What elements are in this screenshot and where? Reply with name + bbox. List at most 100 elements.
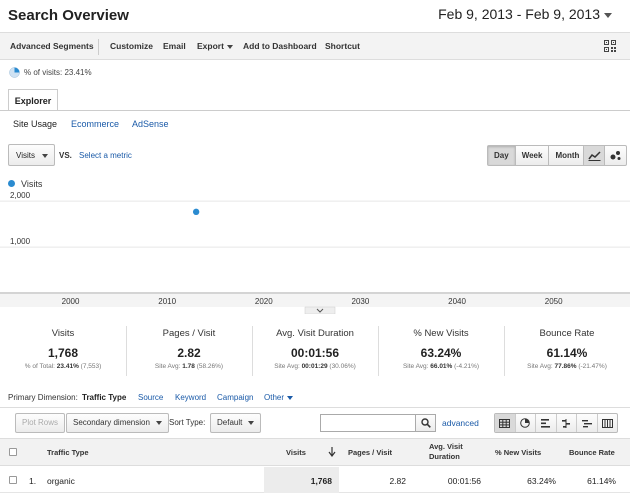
scorecard-sub-suffix: (7,553) [78,363,102,370]
date-range-label: Feb 9, 2013 - Feb 9, 2013 [438,6,600,22]
subtab-ecommerce[interactable]: Ecommerce [71,119,119,129]
column-header-visits[interactable]: Visits [286,448,306,458]
advanced-filter-link[interactable]: advanced [442,418,479,428]
sort-type-value: Default [217,418,243,427]
advanced-segments-button[interactable]: Advanced Segments [10,41,94,51]
scorecard-divider [126,326,127,376]
column-header-pages-visit[interactable]: Pages / Visit [348,448,392,458]
scorecard-sub: % of Total: 23.41% (7,553) [0,363,126,370]
export-label: Export [197,41,224,51]
term-cloud-icon [581,419,592,427]
dimension-source[interactable]: Source [138,393,163,402]
explorer-subtabs: Site Usage Ecommerce AdSense [0,111,630,135]
primary-dimension-bar: Primary Dimension: Traffic Type Source K… [0,390,630,406]
scorecard-sub-suffix: (-21.47%) [576,363,607,370]
scorecard-title: % New Visits [413,328,469,339]
secondary-dimension-label: Secondary dimension [73,418,150,427]
scorecard-value: 2.82 [177,346,201,360]
customize-button[interactable]: Customize [110,41,153,51]
table-search-input[interactable] [320,414,416,432]
scorecard-sub-value: 23.41% [56,363,79,370]
add-to-dashboard-button[interactable]: Add to Dashboard [243,41,317,51]
chevron-down-icon [226,44,233,49]
table-header: Traffic Type Visits Pages / Visit Avg. V… [0,438,630,466]
view-pivot-button[interactable] [598,414,618,432]
report-toolbar: Advanced Segments Customize Email Export… [0,32,630,60]
scorecard-value: 61.14% [546,346,588,360]
scorecard-title: Pages / Visit [162,328,216,339]
export-button[interactable]: Export [197,41,233,51]
table-search-button[interactable] [415,414,436,432]
scorecard-sub-suffix: (30.06%) [327,363,356,370]
scorecard-sub: Site Avg: 1.78 (58.26%) [126,363,252,370]
scorecard-sub: Site Avg: 00:01:29 (30.06%) [252,363,378,370]
comparison-icon [562,418,571,428]
view-data-button[interactable] [495,414,516,432]
scorecard-sub-suffix: (-4.21%) [452,363,480,370]
secondary-dimension-dropdown[interactable]: Secondary dimension [66,413,169,433]
subtab-site-usage[interactable]: Site Usage [13,119,57,129]
column-header-bounce-rate[interactable]: Bounce Rate [569,448,615,458]
scorecard-divider [252,326,253,376]
chevron-down-icon [287,395,294,400]
column-header-new-visits[interactable]: % New Visits [495,448,541,458]
subtab-adsense[interactable]: AdSense [132,119,169,129]
row-index: 1. [29,476,37,486]
x-tick-label: 2010 [158,297,176,306]
dimension-campaign[interactable]: Campaign [217,393,253,402]
qr-code-icon[interactable] [604,40,616,52]
chevron-down-icon [42,154,48,158]
row-visits: 1,768 [310,476,332,486]
scorecard: Visits 1,768 % of Total: 23.41% (7,553) [0,320,126,382]
sort-type-dropdown[interactable]: Default [210,413,262,433]
row-checkbox[interactable] [9,476,17,484]
scorecard-sub-prefix: Site Avg: [527,363,555,370]
metric-dropdown[interactable]: Visits [8,144,55,166]
row-pages-visit: 2.82 [389,476,406,486]
scorecard-sub-prefix: Site Avg: [154,363,183,370]
legend-visits-swatch [8,180,15,187]
select-metric-link[interactable]: Select a metric [79,151,132,160]
search-icon [420,418,431,428]
view-term-cloud-button[interactable] [577,414,598,432]
plot-rows-button[interactable]: Plot Rows [15,413,66,433]
scorecard: Avg. Visit Duration 00:01:56 Site Avg: 00:… [252,320,378,382]
scorecard-value: 00:01:56 [290,346,340,360]
date-range-picker[interactable]: Feb 9, 2013 - Feb 9, 2013 [438,6,612,22]
scorecard-value: 63.24% [420,346,462,360]
scorecard-sub-prefix: Site Avg: [274,363,302,370]
tab-explorer[interactable]: Explorer [8,89,58,111]
scorecard-sub: Site Avg: 77.86% (-21.47%) [504,363,630,370]
pie-chart-icon [9,67,20,78]
email-button[interactable]: Email [163,41,186,51]
legend-visits-label: Visits [21,179,43,189]
dimension-other[interactable]: Other [264,393,294,402]
chart-type-toggle [583,145,627,166]
granularity-month-button[interactable]: Month [549,146,585,165]
segment-percent-label: % of visits: 23.41% [24,68,92,77]
scorecard-sub-suffix: (58.26%) [194,363,224,370]
view-comparison-button[interactable] [557,414,577,432]
column-header-traffic-type[interactable]: Traffic Type [47,448,89,458]
dimension-other-label: Other [264,393,285,402]
granularity-day-button[interactable]: Day [488,146,516,165]
column-header-avg-duration[interactable]: Avg. Visit Duration [429,442,463,462]
motion-chart-button[interactable] [605,146,626,165]
x-tick-label: 2000 [62,297,80,306]
granularity-week-button[interactable]: Week [516,146,550,165]
column-header-avg-duration-line1: Avg. Visit [429,442,463,451]
row-traffic-type-link[interactable]: organic [47,476,75,486]
shortcut-button[interactable]: Shortcut [325,41,360,51]
scorecard: Pages / Visit 2.82 Site Avg: 1.78 (58.26%) [126,320,252,382]
line-chart-button[interactable] [584,146,606,165]
scorecard-value: 1,768 [47,346,79,360]
toolbar-divider [98,39,99,55]
scorecard-divider [504,326,505,376]
dimension-traffic-type[interactable]: Traffic Type [82,393,126,402]
view-pie-button[interactable] [516,414,536,432]
dimension-keyword[interactable]: Keyword [175,393,206,402]
view-performance-button[interactable] [536,414,557,432]
chevron-down-icon [155,420,162,425]
bar-list-icon [540,418,550,428]
select-all-checkbox[interactable] [9,448,17,456]
